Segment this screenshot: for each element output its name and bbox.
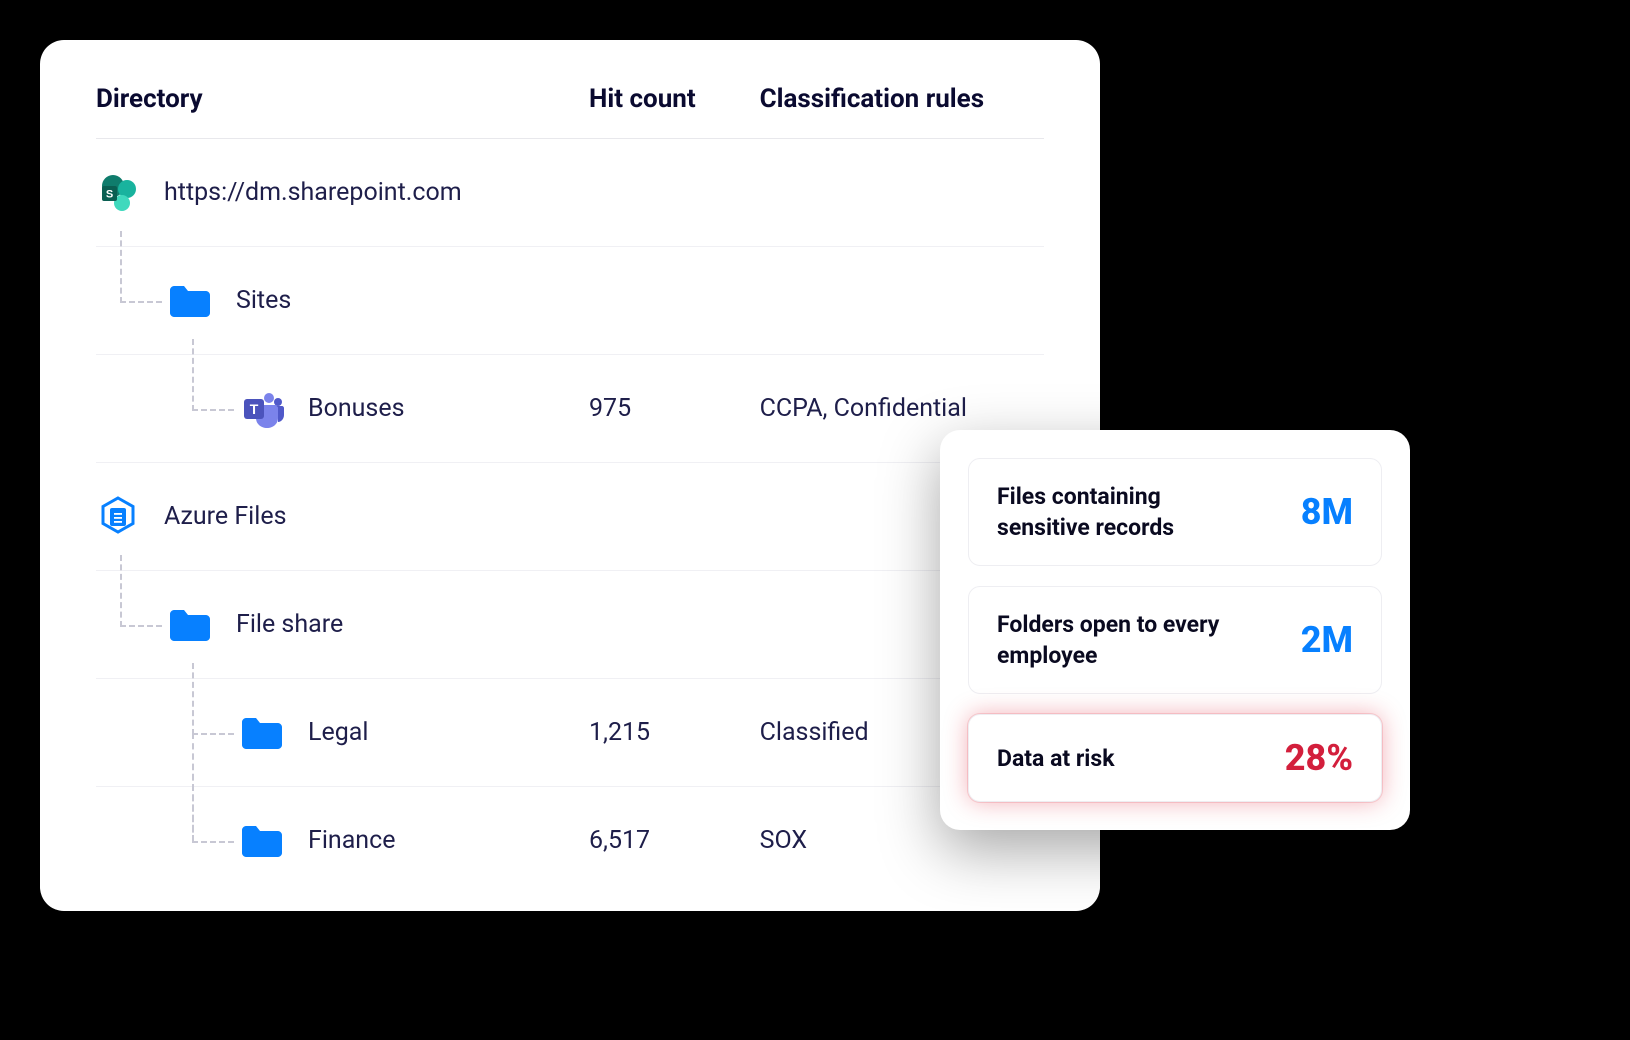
stat-label: Files containing sensitive records [997,481,1257,543]
hit-count-value [589,571,760,679]
directory-table: Directory Hit count Classification rules… [96,84,1044,895]
table-row[interactable]: File share [96,571,1044,679]
table-row[interactable]: https://dm.sharepoint.com [96,139,1044,247]
stat-row: Folders open to every employee 2M [968,586,1382,694]
directory-label: File share [236,610,343,639]
classification-value [760,139,1044,247]
hit-count-value [589,139,760,247]
stat-value: 2M [1301,619,1353,661]
hit-count-value: 1,215 [589,679,760,787]
directory-label: https://dm.sharepoint.com [164,178,462,207]
hit-count-value: 6,517 [589,787,760,895]
directory-label: Bonuses [308,394,404,423]
directory-label: Finance [308,826,395,855]
folder-icon [168,279,212,323]
table-row[interactable]: Bonuses975CCPA, Confidential [96,355,1044,463]
folder-icon [240,711,284,755]
stat-row-risk: Data at risk 28% [968,714,1382,802]
table-row[interactable]: Legal1,215Classified [96,679,1044,787]
risk-stats-card: Files containing sensitive records 8M Fold… [940,430,1410,830]
directory-label: Azure Files [164,502,286,531]
classification-value [760,247,1044,355]
col-directory: Directory [96,84,589,139]
stat-value: 8M [1301,491,1353,533]
stat-label: Folders open to every employee [997,609,1257,671]
teams-icon [240,387,284,431]
azure-files-icon [96,495,140,539]
hit-count-value [589,463,760,571]
directory-label: Sites [236,286,291,315]
folder-icon [168,603,212,647]
directory-label: Legal [308,718,368,747]
hit-count-value [589,247,760,355]
stat-label: Data at risk [997,743,1114,774]
table-row[interactable]: Sites [96,247,1044,355]
stat-row: Files containing sensitive records 8M [968,458,1382,566]
sharepoint-icon [96,171,140,215]
table-row[interactable]: Finance6,517SOX [96,787,1044,895]
table-row[interactable]: Azure Files [96,463,1044,571]
col-classification: Classification rules [760,84,1044,139]
stat-value: 28% [1285,737,1353,779]
col-hit-count: Hit count [589,84,760,139]
folder-icon [240,819,284,863]
hit-count-value: 975 [589,355,760,463]
